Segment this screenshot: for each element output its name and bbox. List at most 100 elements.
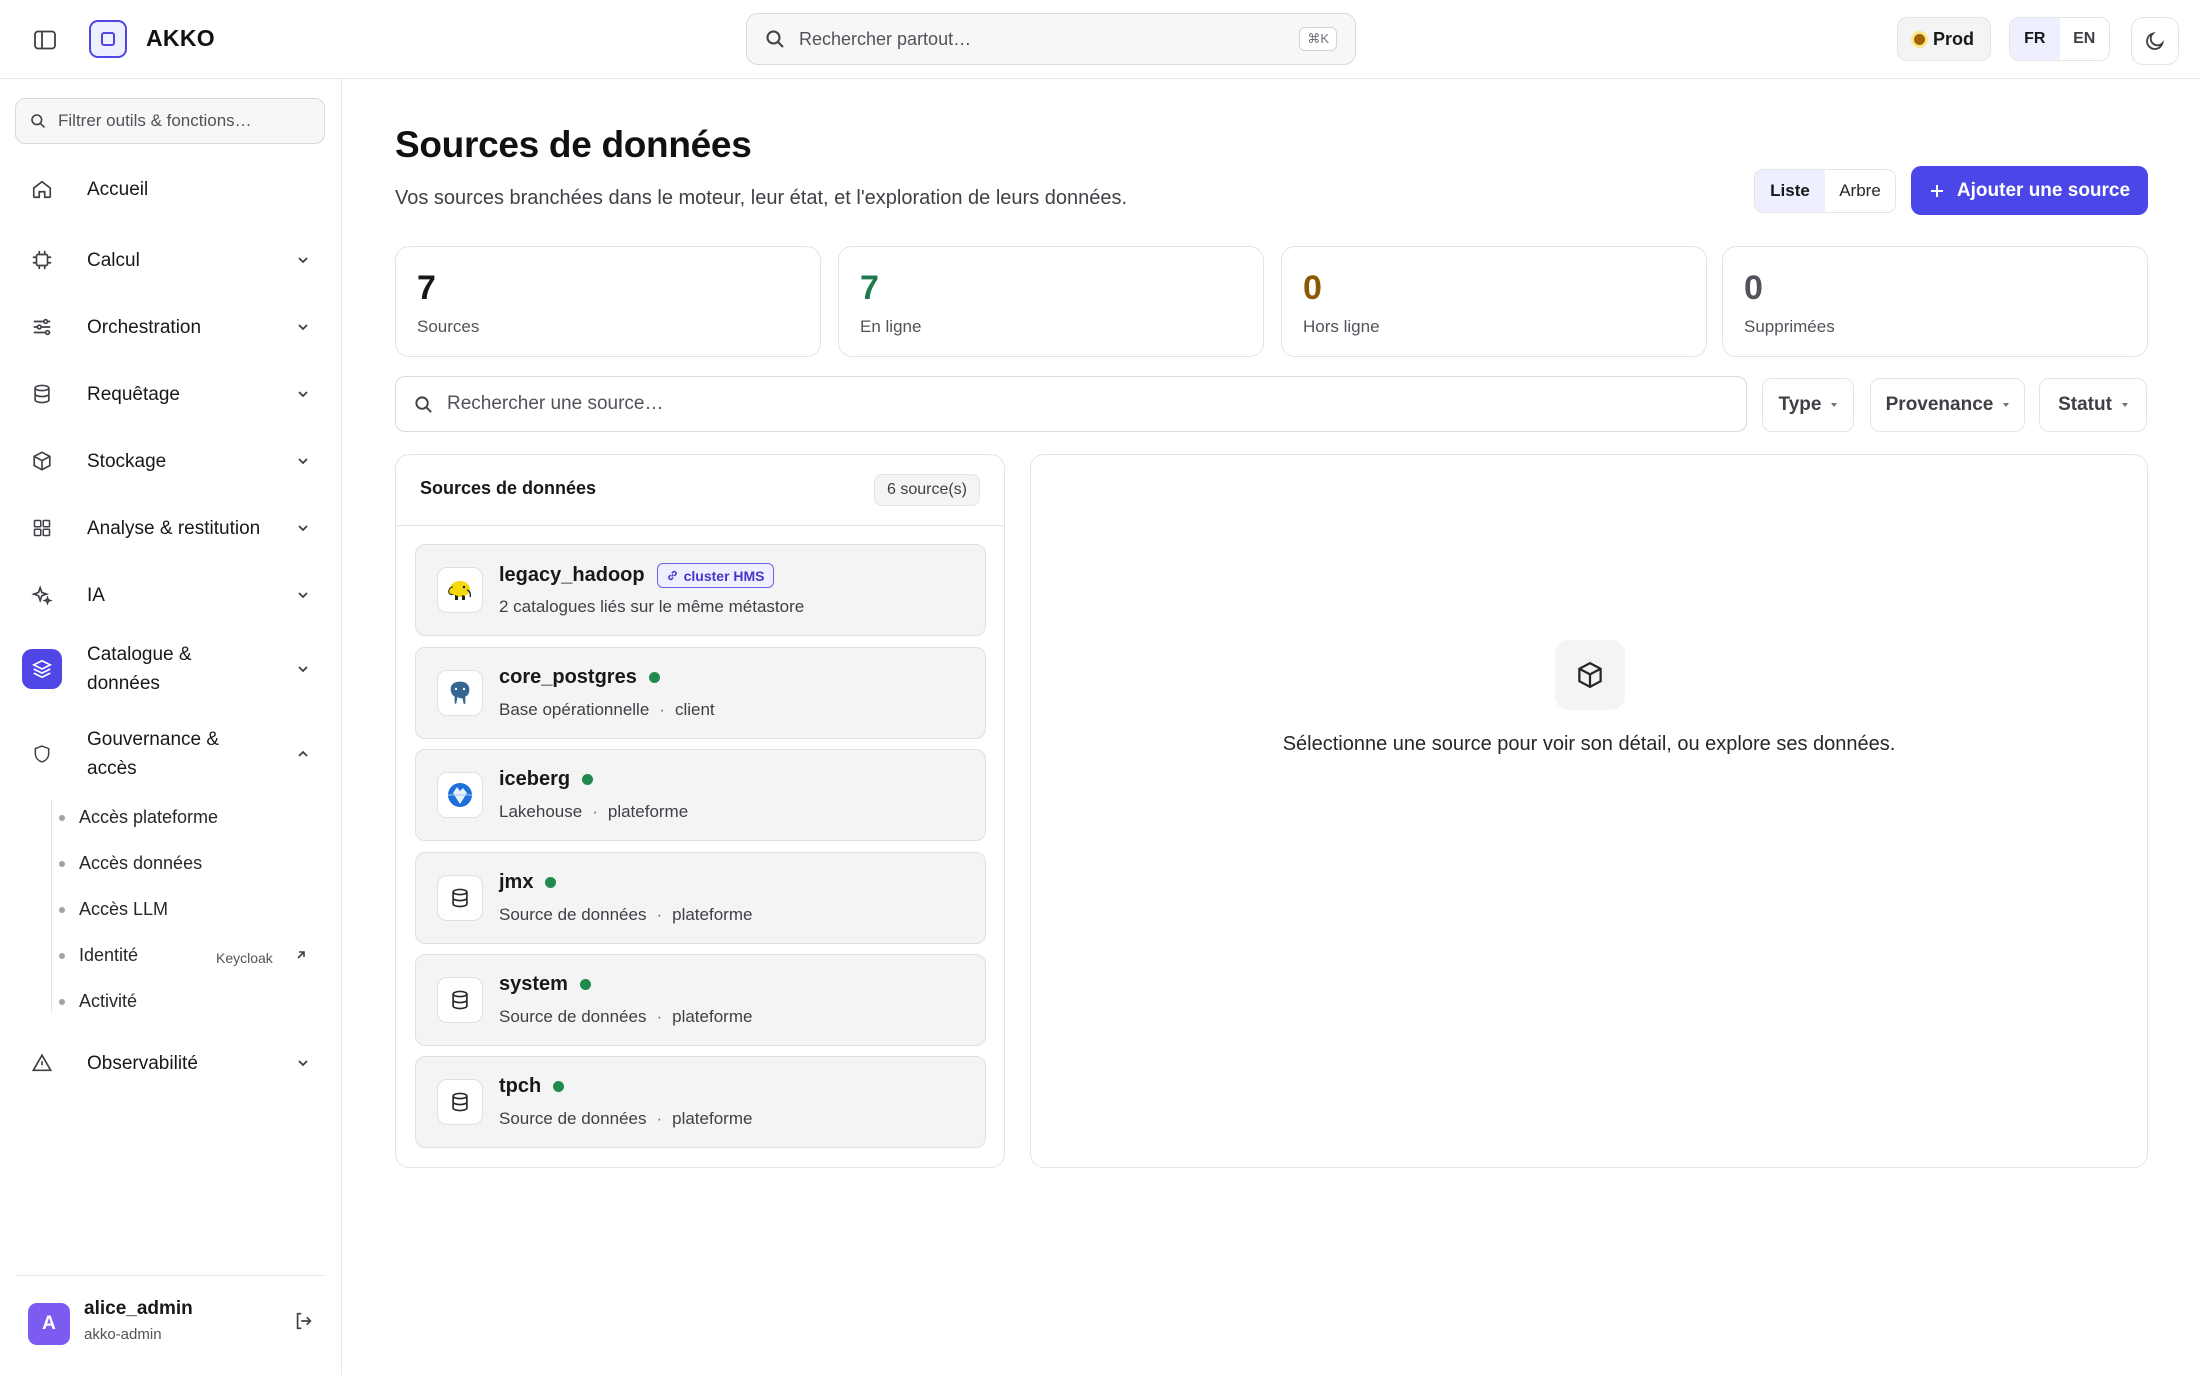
list-title: Sources de données: [420, 478, 597, 498]
cpu-icon: [30, 248, 54, 272]
separator-dot: ·: [656, 905, 663, 924]
plus-icon: [1930, 184, 1943, 197]
sidebar-item-label: Gouvernance & accès: [87, 729, 220, 779]
iceberg-globe-icon: [437, 772, 483, 818]
logout-icon[interactable]: [293, 1310, 315, 1337]
language-fr[interactable]: FR: [2010, 18, 2060, 60]
top-bar: AKKO Rechercher partout… ⌘K Prod FR EN: [0, 0, 2200, 79]
source-scope: plateforme: [672, 905, 753, 924]
separator-dot: ·: [656, 1007, 663, 1026]
source-description: Source de données: [499, 1007, 647, 1026]
stat-card-hors-ligne: 0 Hors ligne: [1281, 246, 1707, 357]
separator-dot: ·: [656, 1109, 663, 1128]
sliders-icon: [30, 315, 54, 339]
source-detail-panel: Sélectionne une source pour voir son dét…: [1030, 454, 2148, 1168]
alert-triangle-icon: [30, 1051, 54, 1075]
online-status-dot: [648, 672, 660, 683]
submenu-item-acces-donnees[interactable]: Accès données: [59, 853, 203, 874]
chevron-down-icon: [294, 1054, 312, 1072]
database-icon: [30, 382, 54, 406]
stat-value: 0: [1303, 269, 1322, 307]
sidebar-item-accueil[interactable]: Accueil: [30, 174, 312, 204]
stat-label: Hors ligne: [1303, 317, 1380, 336]
sidebar-item-requetage[interactable]: Requêtage: [30, 379, 312, 409]
sidebar-item-catalogue[interactable]: Catalogue & données: [22, 640, 312, 698]
sidebar-item-label: Analyse & restitution: [87, 517, 261, 539]
source-search-input[interactable]: Rechercher une source…: [395, 376, 1747, 432]
source-scope: plateforme: [672, 1007, 753, 1026]
submenu-guide-line: [51, 800, 52, 1012]
home-icon: [30, 177, 54, 201]
search-icon: [31, 114, 45, 128]
view-liste-button[interactable]: Liste: [1755, 170, 1825, 212]
link-icon: [667, 570, 677, 581]
sidebar-item-calcul[interactable]: Calcul: [30, 245, 312, 275]
source-name: legacy_hadoop: [499, 564, 645, 586]
language-en[interactable]: EN: [2060, 18, 2110, 60]
global-search-input[interactable]: Rechercher partout… ⌘K: [746, 13, 1356, 65]
database-icon: [437, 875, 483, 921]
environment-label: Prod: [1932, 28, 1974, 49]
stat-label: En ligne: [860, 317, 922, 336]
environment-dot: [1913, 33, 1925, 45]
source-card-system[interactable]: system Source de données · plateforme: [415, 954, 986, 1046]
view-arbre-button[interactable]: Arbre: [1825, 170, 1895, 212]
filter-provenance-button[interactable]: Provenance: [1870, 378, 2025, 432]
submenu-item-activite[interactable]: Activité: [59, 991, 137, 1012]
filter-type-button[interactable]: Type: [1762, 378, 1854, 432]
database-icon: [437, 977, 483, 1023]
source-count-badge: 6 source(s): [873, 474, 980, 506]
sidebar-item-orchestration[interactable]: Orchestration: [30, 312, 312, 342]
grid-icon: [30, 516, 54, 540]
submenu-item-identite[interactable]: Identité: [59, 945, 319, 966]
submenu-item-label: Identité: [79, 945, 139, 965]
app-logo[interactable]: [89, 20, 127, 58]
search-shortcut: ⌘K: [1299, 27, 1337, 51]
sidebar-item-stockage[interactable]: Stockage: [30, 446, 312, 476]
online-status-dot: [545, 877, 557, 888]
sidebar-item-gouvernance[interactable]: Gouvernance & accès: [30, 725, 312, 783]
chevron-down-icon: [294, 452, 312, 470]
caret-down-icon: [2121, 403, 2128, 407]
stat-value: 7: [860, 269, 879, 307]
bullet: [59, 860, 65, 867]
chevron-down-icon: [294, 586, 312, 604]
source-card-legacy-hadoop[interactable]: legacy_hadoop cluster HMS 2 catalogues l…: [415, 544, 986, 636]
source-card-tpch[interactable]: tpch Source de données · plateforme: [415, 1056, 986, 1148]
submenu-item-acces-llm[interactable]: Accès LLM: [59, 899, 168, 920]
chevron-down-icon: [294, 660, 312, 678]
source-description-row: Lakehouse · plateforme: [499, 802, 688, 822]
moon-icon: [2146, 31, 2165, 50]
filter-label: Provenance: [1885, 394, 1994, 415]
external-link-icon[interactable]: [294, 948, 308, 967]
source-scope: plateforme: [672, 1109, 753, 1128]
chevron-down-icon: [294, 385, 312, 403]
source-description: Base opérationnelle: [499, 700, 650, 719]
theme-toggle-button[interactable]: [2131, 17, 2179, 65]
sidebar-toggle-button[interactable]: [30, 25, 60, 55]
add-source-button[interactable]: Ajouter une source: [1911, 166, 2148, 215]
add-source-label: Ajouter une source: [1956, 179, 2131, 201]
sidebar-item-label: Orchestration: [87, 316, 202, 338]
sidebar-item-ia[interactable]: IA: [30, 580, 312, 610]
shield-icon: [30, 742, 54, 766]
submenu-item-label: Accès données: [79, 853, 203, 873]
avatar[interactable]: A: [28, 1303, 70, 1345]
sidebar-filter-placeholder: Filtrer outils & fonctions…: [58, 111, 252, 130]
source-card-iceberg[interactable]: iceberg Lakehouse · plateforme: [415, 749, 986, 841]
stat-card-supprimees: 0 Supprimées: [1722, 246, 2148, 357]
source-card-jmx[interactable]: jmx Source de données · plateforme: [415, 852, 986, 944]
user-block: A alice_admin akko-admin: [15, 1275, 325, 1375]
source-search-placeholder: Rechercher une source…: [447, 393, 664, 414]
sidebar-filter-input[interactable]: Filtrer outils & fonctions…: [15, 98, 325, 144]
submenu-item-acces-plateforme[interactable]: Accès plateforme: [59, 807, 218, 828]
hadoop-elephant-icon: [437, 567, 483, 613]
environment-switcher[interactable]: Prod: [1897, 17, 1991, 61]
sidebar-item-observabilite[interactable]: Observabilité: [30, 1048, 312, 1078]
sidebar-item-analyse[interactable]: Analyse & restitution: [30, 513, 312, 543]
source-card-core-postgres[interactable]: core_postgres Base opérationnelle · client: [415, 647, 986, 739]
filter-statut-button[interactable]: Statut: [2039, 378, 2147, 432]
view-toggle: Liste Arbre: [1754, 169, 1896, 213]
language-switcher: FR EN: [2009, 17, 2110, 61]
box-icon: [30, 449, 54, 473]
